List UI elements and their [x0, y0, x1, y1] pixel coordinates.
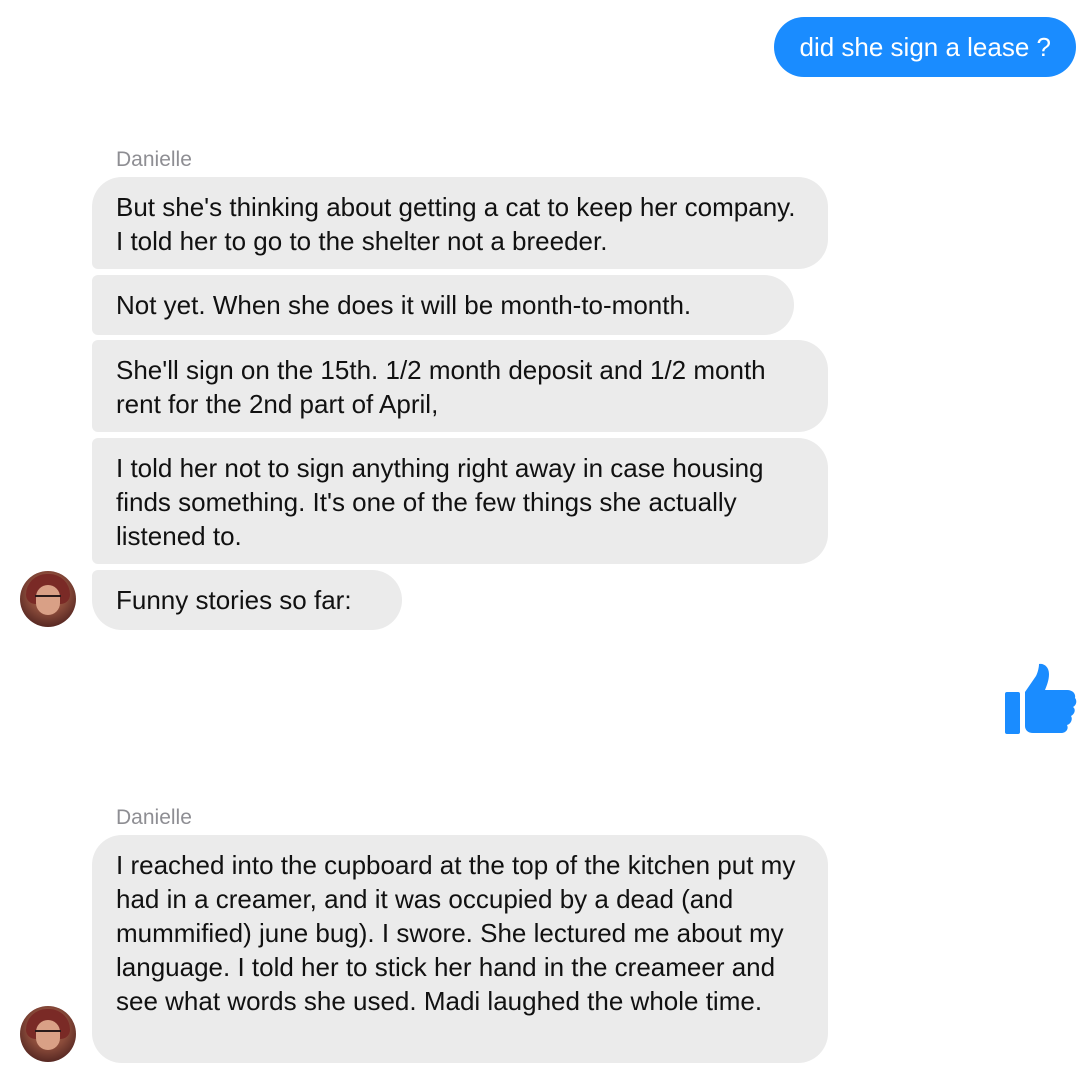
message-bubble[interactable]: Funny stories so far:	[92, 570, 402, 630]
message-text: I reached into the cupboard at the top o…	[116, 850, 796, 1016]
message-text: But she's thinking about getting a cat t…	[116, 192, 796, 256]
avatar[interactable]	[20, 571, 76, 627]
message-text: Not yet. When she does it will be month-…	[116, 290, 692, 320]
thumbs-up-icon[interactable]	[1003, 662, 1077, 736]
message-text: I told her not to sign anything right aw…	[116, 453, 764, 551]
thumbs-up-hand	[1025, 663, 1077, 733]
message-bubble[interactable]: I told her not to sign anything right aw…	[92, 438, 828, 564]
message-bubble[interactable]: But she's thinking about getting a cat t…	[92, 177, 828, 269]
sender-name: Danielle	[116, 806, 192, 829]
message-text: Funny stories so far:	[116, 585, 352, 615]
message-bubble[interactable]: I reached into the cupboard at the top o…	[92, 835, 828, 1063]
avatar-glasses	[35, 1030, 61, 1038]
sender-name: Danielle	[116, 148, 192, 171]
outgoing-message-bubble[interactable]: did she sign a lease ?	[774, 17, 1076, 77]
thumbs-up-cuff	[1005, 692, 1020, 734]
avatar[interactable]	[20, 1006, 76, 1062]
avatar-glasses	[35, 595, 61, 603]
outgoing-message-text: did she sign a lease ?	[799, 32, 1051, 62]
message-text: She'll sign on the 15th. 1/2 month depos…	[116, 355, 766, 419]
message-bubble[interactable]: She'll sign on the 15th. 1/2 month depos…	[92, 340, 828, 432]
message-bubble[interactable]: Not yet. When she does it will be month-…	[92, 275, 794, 335]
